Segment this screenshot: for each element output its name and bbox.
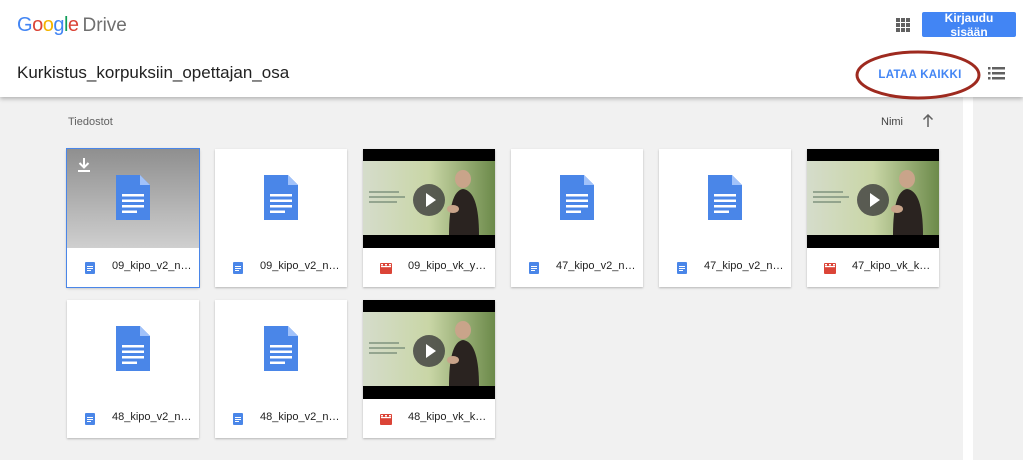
file-thumbnail bbox=[67, 149, 199, 248]
video-file-icon bbox=[380, 412, 392, 425]
doc-file-icon bbox=[676, 261, 688, 274]
file-name: 09_kipo_vk_yh… bbox=[408, 260, 490, 272]
video-file-icon bbox=[380, 261, 392, 274]
file-card-document[interactable]: 09_kipo_v2_ne… bbox=[67, 149, 199, 287]
video-thumbnail bbox=[363, 300, 495, 399]
file-name-row: 47_kipo_vk_ka… bbox=[807, 248, 939, 287]
file-area: Tiedostot Nimi 09_kipo_v2_ne… 09_kipo_v2_… bbox=[0, 97, 963, 460]
file-thumbnail bbox=[363, 300, 495, 399]
play-icon[interactable] bbox=[857, 184, 889, 216]
file-name-row: 48_kipo_v2_ne… bbox=[67, 399, 199, 438]
file-name: 48_kipo_vk_ka… bbox=[408, 411, 490, 423]
file-name: 48_kipo_v2_ne… bbox=[112, 411, 194, 423]
file-name: 47_kipo_v2_ne… bbox=[704, 260, 786, 272]
section-label-files: Tiedostot bbox=[68, 116, 113, 128]
file-card-document[interactable]: 47_kipo_v2_ne… bbox=[511, 149, 643, 287]
play-icon[interactable] bbox=[413, 184, 445, 216]
download-icon[interactable] bbox=[77, 157, 91, 173]
google-drive-logo[interactable]: Google Drive bbox=[17, 14, 127, 40]
doc-file-icon bbox=[84, 412, 96, 425]
logo-google-text: Google bbox=[17, 14, 79, 36]
scroll-gutter bbox=[963, 97, 973, 460]
play-icon[interactable] bbox=[413, 335, 445, 367]
file-card-video[interactable]: 48_kipo_vk_ka… bbox=[363, 300, 495, 438]
sign-in-button[interactable]: Kirjaudu sisään bbox=[922, 11, 1016, 39]
file-thumbnail bbox=[67, 300, 199, 399]
doc-file-icon bbox=[232, 412, 244, 425]
file-card-video[interactable]: 47_kipo_vk_ka… bbox=[807, 149, 939, 287]
file-thumbnail bbox=[363, 149, 495, 248]
file-name: 48_kipo_v2_ne… bbox=[260, 411, 342, 423]
file-name: 09_kipo_v2_ne… bbox=[260, 260, 342, 272]
arrow-up-icon[interactable] bbox=[922, 114, 934, 128]
video-thumbnail bbox=[807, 149, 939, 248]
video-file-icon bbox=[824, 261, 836, 274]
doc-file-icon bbox=[232, 261, 244, 274]
file-thumbnail bbox=[215, 300, 347, 399]
file-name-row: 48_kipo_vk_ka… bbox=[363, 399, 495, 438]
download-all-button[interactable]: LATAA KAIKKI bbox=[870, 64, 970, 86]
logo-drive-text: Drive bbox=[82, 15, 127, 36]
right-margin bbox=[973, 97, 1023, 460]
file-card-document[interactable]: 48_kipo_v2_ne… bbox=[67, 300, 199, 438]
document-icon bbox=[116, 175, 150, 220]
file-thumbnail bbox=[659, 149, 791, 248]
doc-file-icon bbox=[528, 261, 540, 274]
apps-grid-icon[interactable] bbox=[895, 17, 911, 33]
document-icon bbox=[560, 175, 594, 220]
video-thumbnail bbox=[363, 149, 495, 248]
file-card-video[interactable]: 09_kipo_vk_yh… bbox=[363, 149, 495, 287]
file-card-document[interactable]: 47_kipo_v2_ne… bbox=[659, 149, 791, 287]
file-thumbnail bbox=[215, 149, 347, 248]
list-view-icon[interactable] bbox=[988, 67, 1005, 80]
sort-by-name-button[interactable]: Nimi bbox=[881, 116, 903, 128]
file-card-document[interactable]: 09_kipo_v2_ne… bbox=[215, 149, 347, 287]
file-thumbnail bbox=[807, 149, 939, 248]
document-icon bbox=[116, 326, 150, 371]
document-icon bbox=[264, 326, 298, 371]
top-bar: Google Drive Kirjaudu sisään Kurkistus_ko… bbox=[0, 0, 1023, 97]
folder-title: Kurkistus_korpuksiin_opettajan_osa bbox=[17, 63, 290, 82]
document-icon bbox=[264, 175, 298, 220]
file-name: 47_kipo_vk_ka… bbox=[852, 260, 934, 272]
file-card-document[interactable]: 48_kipo_v2_ne… bbox=[215, 300, 347, 438]
file-name-row: 09_kipo_vk_yh… bbox=[363, 248, 495, 287]
file-name-row: 47_kipo_v2_ne… bbox=[659, 248, 791, 287]
file-name-row: 48_kipo_v2_ne… bbox=[215, 399, 347, 438]
document-icon bbox=[708, 175, 742, 220]
file-thumbnail bbox=[511, 149, 643, 248]
doc-file-icon bbox=[84, 261, 96, 274]
file-name-row: 47_kipo_v2_ne… bbox=[511, 248, 643, 287]
file-name: 09_kipo_v2_ne… bbox=[112, 260, 194, 272]
file-name-row: 09_kipo_v2_ne… bbox=[215, 248, 347, 287]
file-name-row: 09_kipo_v2_ne… bbox=[67, 248, 199, 287]
file-name: 47_kipo_v2_ne… bbox=[556, 260, 638, 272]
